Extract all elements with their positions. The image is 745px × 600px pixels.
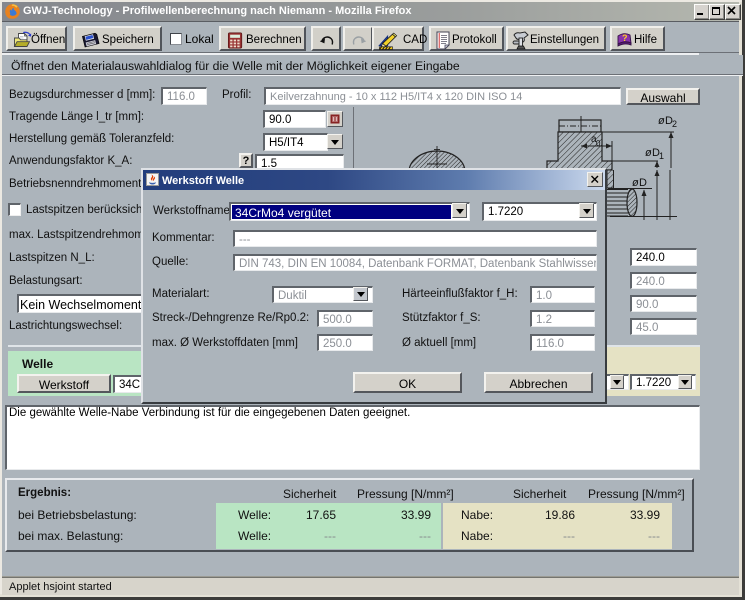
svg-text:1: 1 (659, 151, 664, 161)
svg-text:2: 2 (672, 119, 677, 129)
svg-text:D: D (639, 177, 647, 189)
svg-text:0: 0 (596, 139, 601, 148)
svg-text:ø: ø (632, 177, 639, 189)
svg-text:ø: ø (658, 115, 665, 127)
svg-text:?: ? (622, 33, 628, 43)
svg-text:ø: ø (645, 147, 652, 159)
